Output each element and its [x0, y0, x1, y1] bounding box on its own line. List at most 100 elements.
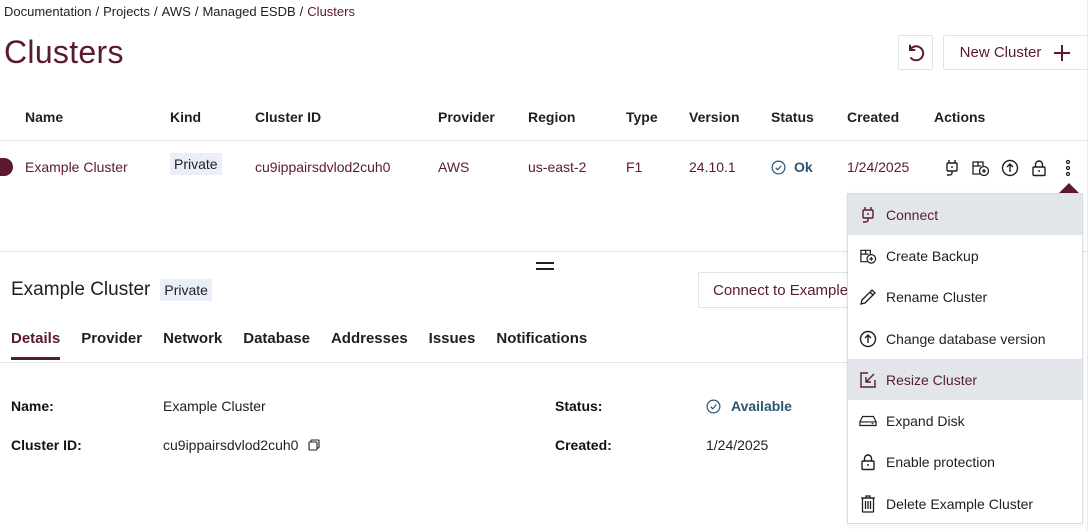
- tab-database[interactable]: Database: [243, 330, 310, 357]
- actions-menu: Connect Create Backup Rename Cluster Cha…: [847, 193, 1083, 524]
- upgrade-action-button[interactable]: [1000, 158, 1019, 177]
- new-cluster-label: New Cluster: [959, 44, 1042, 61]
- breadcrumb-item-projects[interactable]: Projects: [103, 4, 150, 19]
- connect-action-button[interactable]: [942, 158, 961, 177]
- refresh-button[interactable]: [898, 35, 933, 70]
- cluster-name-link[interactable]: Example Cluster: [25, 159, 128, 175]
- breadcrumb-separator: /: [299, 4, 304, 19]
- column-header-status[interactable]: Status: [771, 109, 814, 125]
- menu-item-label: Create Backup: [886, 247, 979, 264]
- column-header-type[interactable]: Type: [626, 109, 658, 125]
- disk-icon: [859, 416, 877, 427]
- menu-item-resize-cluster[interactable]: Resize Cluster: [848, 359, 1082, 401]
- create-backup-icon: [972, 160, 990, 176]
- menu-item-rename-cluster[interactable]: Rename Cluster: [848, 277, 1082, 318]
- cluster-id-cell: cu9ippairsdvlod2cuh0: [255, 159, 391, 175]
- menu-item-label: Delete Example Cluster: [886, 495, 1034, 512]
- column-header-cluster-id[interactable]: Cluster ID: [255, 109, 321, 125]
- more-actions-button[interactable]: [1058, 158, 1077, 177]
- tab-details[interactable]: Details: [11, 330, 61, 360]
- create-backup-action-button[interactable]: [971, 158, 990, 177]
- kind-badge-label: Private: [170, 153, 222, 175]
- breadcrumb-current: Clusters: [307, 4, 355, 19]
- menu-item-label: Expand Disk: [886, 413, 965, 430]
- tab-notifications[interactable]: Notifications: [496, 330, 587, 357]
- detail-title: Example Cluster: [11, 279, 151, 300]
- type-cell: F1: [626, 159, 643, 175]
- status-field: Available: [706, 398, 792, 414]
- cluster-id-value: cu9ippairsdvlod2cuh0: [163, 437, 299, 453]
- menu-item-label: Change database version: [886, 330, 1046, 347]
- breadcrumb-separator: /: [194, 4, 199, 19]
- new-cluster-button[interactable]: New Cluster: [943, 35, 1088, 70]
- menu-item-label: Rename Cluster: [886, 289, 988, 306]
- menu-item-create-backup[interactable]: Create Backup: [848, 235, 1082, 276]
- plus-icon: [1054, 44, 1071, 61]
- copy-icon[interactable]: [308, 439, 320, 451]
- tab-network[interactable]: Network: [163, 330, 222, 357]
- status-value: Available: [731, 398, 792, 414]
- status-label: Ok: [794, 159, 813, 175]
- connect-icon: [862, 206, 874, 223]
- protection-action-button[interactable]: [1029, 158, 1048, 177]
- upgrade-icon: [1001, 159, 1018, 176]
- menu-item-label: Enable protection: [886, 454, 995, 471]
- column-header-region[interactable]: Region: [528, 109, 575, 125]
- created-value: 1/24/2025: [706, 437, 769, 453]
- column-header-provider[interactable]: Provider: [438, 109, 495, 125]
- tab-issues[interactable]: Issues: [429, 330, 476, 357]
- trash-icon: [861, 495, 875, 513]
- lock-icon: [861, 454, 875, 471]
- created-cell: 1/24/2025: [847, 159, 910, 175]
- provider-cell: AWS: [438, 159, 470, 175]
- version-cell: 24.10.1: [689, 159, 736, 175]
- table-header: Name Kind Cluster ID Provider Region Typ…: [0, 100, 1088, 141]
- name-label: Name:: [11, 398, 54, 414]
- cluster-id-label: Cluster ID:: [11, 437, 82, 453]
- tab-addresses[interactable]: Addresses: [331, 330, 408, 357]
- column-header-actions: Actions: [934, 109, 986, 125]
- column-header-kind[interactable]: Kind: [170, 109, 201, 125]
- tab-provider[interactable]: Provider: [81, 330, 142, 357]
- status-cell: Ok: [771, 159, 813, 175]
- menu-item-change-database-version[interactable]: Change database version: [848, 318, 1082, 359]
- lock-icon: [1031, 159, 1046, 176]
- breadcrumb-item-aws[interactable]: AWS: [162, 4, 191, 19]
- region-cell: us-east-2: [528, 159, 587, 175]
- detail-tabs: Details Provider Network Database Addres…: [11, 330, 587, 360]
- menu-item-label: Resize Cluster: [886, 371, 978, 388]
- column-header-version[interactable]: Version: [689, 109, 740, 125]
- pencil-icon: [860, 289, 876, 306]
- breadcrumb: Documentation / Projects / AWS / Managed ESDB /…: [4, 4, 355, 19]
- menu-item-expand-disk[interactable]: Expand Disk: [848, 400, 1082, 441]
- tabs-divider: [0, 362, 860, 363]
- column-header-created[interactable]: Created: [847, 109, 899, 125]
- detail-kind-badge: Private: [160, 279, 212, 301]
- connect-to-cluster-button[interactable]: Connect to Example Cluster: [698, 272, 858, 308]
- menu-item-enable-protection[interactable]: Enable protection: [848, 442, 1082, 483]
- resize-handle[interactable]: [536, 262, 554, 270]
- cluster-id-field: cu9ippairsdvlod2cuh0: [163, 437, 320, 453]
- column-header-name[interactable]: Name: [25, 109, 63, 125]
- menu-item-connect[interactable]: Connect: [848, 194, 1082, 236]
- upgrade-icon: [859, 330, 877, 347]
- page-title: Clusters: [4, 34, 124, 70]
- row-actions: [942, 158, 1077, 177]
- menu-item-delete-cluster[interactable]: Delete Example Cluster: [848, 483, 1082, 524]
- refresh-icon: [908, 44, 924, 61]
- name-value: Example Cluster: [163, 398, 266, 414]
- breadcrumb-separator: /: [95, 4, 100, 19]
- create-backup-icon: [860, 249, 877, 264]
- breadcrumb-item-managed-esdb[interactable]: Managed ESDB: [202, 4, 295, 19]
- table-row[interactable]: Example Cluster Private cu9ippairsdvlod2…: [0, 141, 1088, 193]
- check-circle-icon: [706, 399, 721, 413]
- more-vertical-icon: [1065, 159, 1070, 176]
- breadcrumb-item-documentation[interactable]: Documentation: [4, 4, 91, 19]
- kind-badge: Private: [170, 153, 222, 175]
- check-circle-icon: [771, 160, 786, 174]
- created-label: Created:: [555, 437, 612, 453]
- menu-item-label: Connect: [886, 206, 939, 223]
- connect-icon: [945, 159, 958, 176]
- detail-header: Example Cluster Private: [11, 279, 212, 301]
- resize-icon: [860, 372, 876, 388]
